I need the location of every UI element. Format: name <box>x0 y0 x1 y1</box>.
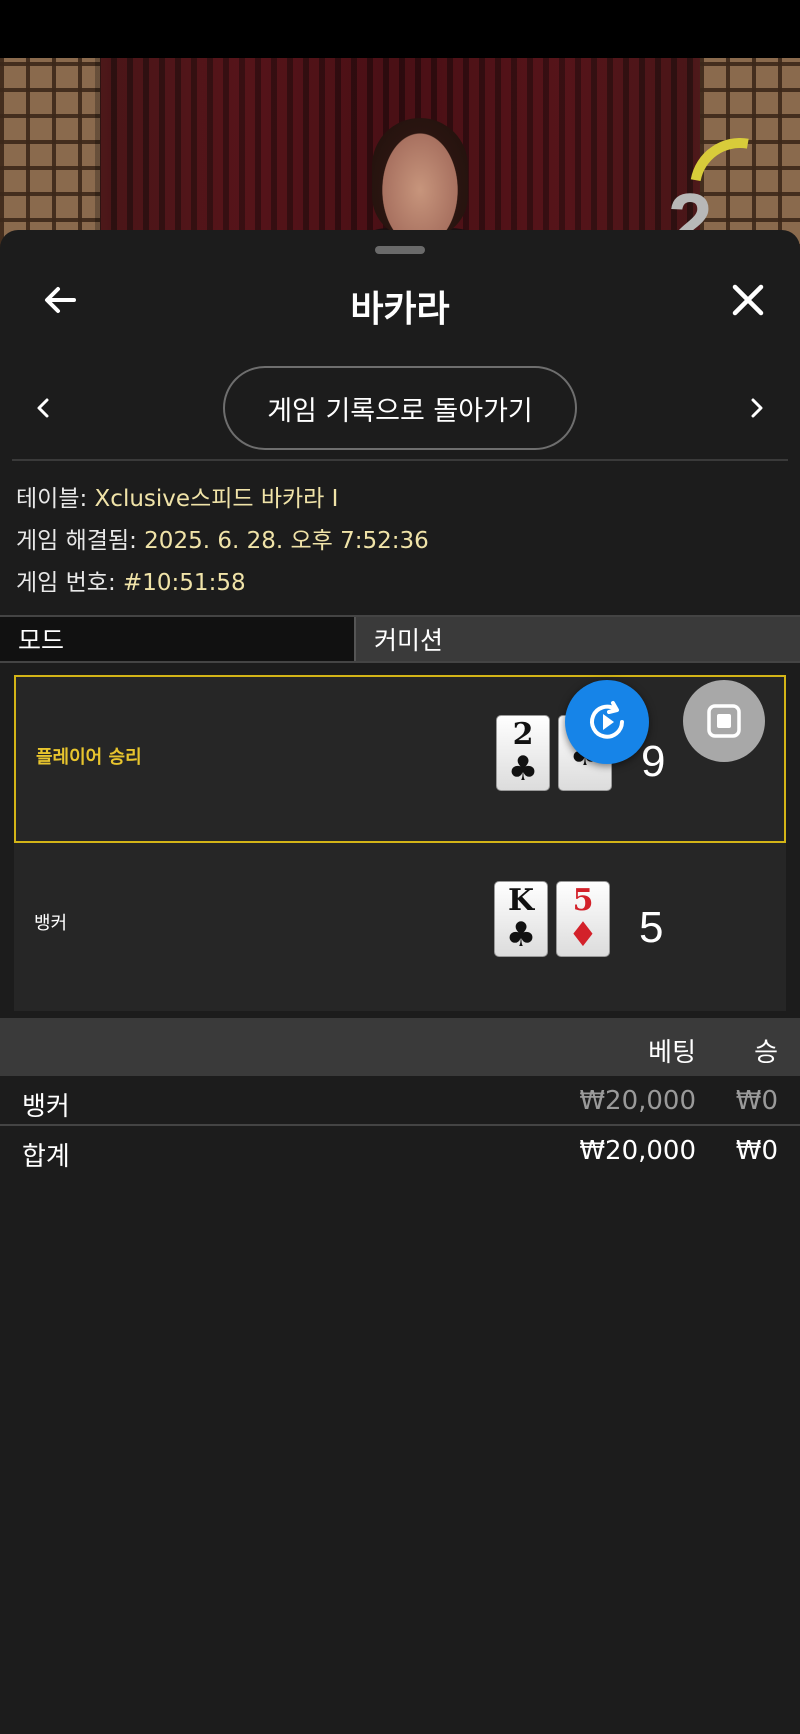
game-detail-sheet: 바카라 게임 기록으로 돌아가기 테이블: Xclusive스피드 바카라 I … <box>0 230 800 1734</box>
status-bar <box>0 0 800 58</box>
close-icon <box>732 284 764 316</box>
page-title: 바카라 <box>350 289 450 330</box>
results-panel: 플레이어 승리 2 ♣ ♣ 9 뱅커 K ♣ <box>14 675 786 1011</box>
card-rank: 5 <box>572 883 594 918</box>
tab-mode[interactable]: 모드 <box>0 617 356 661</box>
total-label: 합계 <box>22 1142 70 1172</box>
header: 바카라 <box>0 260 800 340</box>
game-nav-row: 게임 기록으로 돌아가기 <box>0 366 800 450</box>
diamond-suit-icon: ♦ <box>567 915 599 955</box>
player-result-row: 플레이어 승리 2 ♣ ♣ 9 <box>14 675 786 843</box>
stop-icon <box>707 704 741 738</box>
bet-name: 뱅커 <box>22 1092 70 1122</box>
dealer-head <box>372 118 468 238</box>
card-rank: K <box>507 883 535 918</box>
live-video-background: 2 <box>0 58 800 248</box>
tab-commission[interactable]: 커미션 <box>356 617 800 661</box>
divider <box>12 459 788 461</box>
table-value: Xclusive스피드 바카라 I <box>94 486 339 512</box>
bet-column-header: 베팅 <box>648 1038 696 1068</box>
game-number-info: 게임 번호: #10:51:58 <box>16 562 786 604</box>
game-number-value: #10:51:58 <box>123 570 246 596</box>
chevron-left-icon <box>37 398 49 418</box>
chevron-right-icon <box>751 398 763 418</box>
win-amount: ₩0 <box>735 1086 778 1116</box>
replay-button[interactable] <box>565 680 649 764</box>
table-info: 테이블: Xclusive스피드 바카라 I <box>16 478 786 520</box>
next-game-button[interactable] <box>734 386 778 430</box>
resolved-label: 게임 해결됨: <box>16 528 145 554</box>
drag-handle[interactable] <box>375 246 425 254</box>
club-suit-icon: ♣ <box>505 915 537 955</box>
prev-game-button[interactable] <box>22 386 66 430</box>
back-to-history-button[interactable]: 게임 기록으로 돌아가기 <box>223 366 577 450</box>
resolved-value: 2025. 6. 28. 오후 7:52:36 <box>144 528 429 554</box>
playing-card: K ♣ <box>494 881 548 957</box>
tab-bar: 모드 커미션 <box>0 615 800 663</box>
bet-table: 베팅 승 뱅커 ₩20,000 ₩0 합계 ₩20,000 ₩0 <box>0 1018 800 1176</box>
playing-card: 2 ♣ <box>496 715 550 791</box>
total-win-amount: ₩0 <box>735 1136 778 1166</box>
playing-card: 5 ♦ <box>556 881 610 957</box>
total-row: 합계 ₩20,000 ₩0 <box>0 1126 800 1176</box>
bet-table-header: 베팅 승 <box>0 1018 800 1076</box>
table-label: 테이블: <box>16 486 95 512</box>
player-score: 9 <box>641 737 666 786</box>
card-rank: 2 <box>512 717 534 752</box>
bet-amount: ₩20,000 <box>579 1086 696 1116</box>
stop-button[interactable] <box>683 680 765 762</box>
banker-score: 5 <box>639 903 664 952</box>
banker-result-label: 뱅커 <box>34 913 68 934</box>
win-column-header: 승 <box>754 1038 778 1068</box>
replay-icon <box>590 701 624 739</box>
decor-lattice-left <box>0 58 100 248</box>
game-number-label: 게임 번호: <box>16 570 124 596</box>
banker-result-row: 뱅커 K ♣ 5 ♦ 5 <box>14 843 786 1011</box>
total-bet-amount: ₩20,000 <box>579 1136 696 1166</box>
close-button[interactable] <box>720 272 776 328</box>
game-info: 테이블: Xclusive스피드 바카라 I 게임 해결됨: 2025. 6. … <box>16 478 786 604</box>
table-row: 뱅커 ₩20,000 ₩0 <box>0 1076 800 1126</box>
player-result-label: 플레이어 승리 <box>36 747 142 768</box>
club-suit-icon: ♣ <box>507 749 539 789</box>
banker-cards: K ♣ 5 ♦ <box>494 881 610 957</box>
resolved-info: 게임 해결됨: 2025. 6. 28. 오후 7:52:36 <box>16 520 786 562</box>
